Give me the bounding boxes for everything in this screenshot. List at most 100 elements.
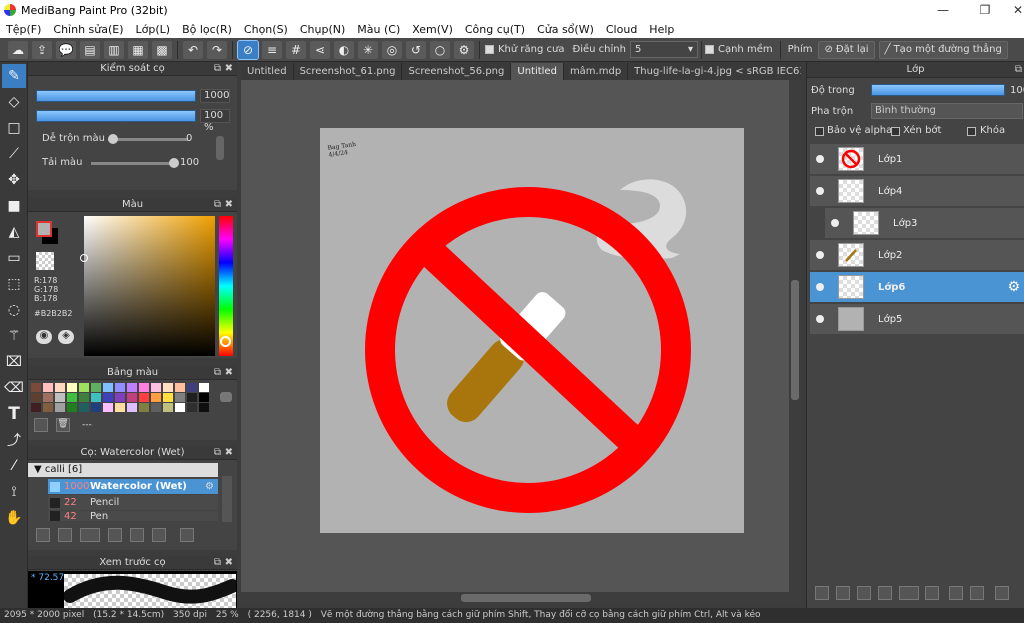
delete-layer-icon[interactable] [995,586,1009,600]
palette-swatch[interactable] [79,383,89,392]
undo-icon[interactable]: ↶ [183,40,203,59]
soft-edge-checkbox[interactable] [704,45,714,54]
color-settings-icon[interactable]: ◈ [58,330,74,344]
palette-swatch[interactable] [199,383,209,392]
eye-icon[interactable] [816,155,824,163]
close-panel-icon[interactable]: ✖ [225,556,233,570]
settings-icon[interactable]: ⚙ [454,40,474,59]
foreground-color-swatch[interactable] [36,221,52,237]
detach-icon[interactable]: ⧉ [214,198,221,212]
brush-group[interactable]: ▼ calli [6] [28,463,218,477]
brush-item[interactable]: 22 Pencil [48,495,218,510]
menu-help[interactable]: Help [643,23,680,36]
palette-swatch[interactable] [151,383,161,392]
palette-swatch[interactable] [127,403,137,412]
drawing-canvas[interactable]: Bag Tanh 4/4/24 [320,128,744,533]
menu-filter[interactable]: Bộ lọc(R) [176,23,238,36]
folder-icon[interactable] [130,528,144,542]
detach-icon[interactable]: ⧉ [1015,62,1022,78]
add-brush-icon[interactable] [80,528,100,542]
brush-opacity-value[interactable]: 100 % [200,109,230,133]
palette-swatch[interactable] [79,403,89,412]
brush-opacity-slider[interactable] [36,110,196,122]
merge-layer-icon[interactable] [970,586,984,600]
magic-wand-tool-icon[interactable]: ⚚ [2,324,26,348]
straight-line-button[interactable]: ╱ Tạo một đường thẳng [878,40,1008,59]
close-button[interactable]: ✕ [995,0,1024,20]
menu-layer[interactable]: Lớp(L) [130,23,177,36]
menu-tools[interactable]: Công cụ(T) [459,23,531,36]
cloud-icon[interactable]: ☁ [8,40,28,59]
new-halftone-layer-icon[interactable] [836,586,850,600]
palette-swatch[interactable] [91,393,101,402]
palette-swatch[interactable] [175,403,185,412]
detach-icon[interactable]: ⧉ [214,366,221,380]
panel-scrollbar[interactable] [216,136,224,160]
comment-box-icon[interactable]: ▤ [80,40,100,59]
eye-icon[interactable] [816,283,824,291]
parallel-snap-icon[interactable]: ≡ [262,40,282,59]
menu-cloud[interactable]: Cloud [600,23,643,36]
cloud-brush-icon[interactable] [36,528,50,542]
grid-snap-icon[interactable]: # [286,40,306,59]
move-tool-icon[interactable]: ✥ [2,168,26,192]
palette-swatch[interactable] [127,393,137,402]
palette-swatch[interactable] [115,393,125,402]
palette-swatch[interactable] [31,403,41,412]
tab-screenshot-61[interactable]: Screenshot_61.png [294,63,403,80]
palette-swatch[interactable] [175,393,185,402]
palette-swatch[interactable] [163,393,173,402]
gear-icon[interactable]: ⚙ [1007,279,1020,295]
brush-item[interactable]: 1000 Watercolor (Wet) ⚙ [48,479,218,494]
pages-icon[interactable]: ▦ [128,40,148,59]
palette-swatch[interactable] [139,393,149,402]
hue-slider[interactable] [219,216,233,356]
bucket-tool-icon[interactable]: ◭ [2,220,26,244]
layer-row-selected[interactable]: Lớp6 ⚙ [810,272,1024,303]
delete-brush-icon[interactable] [180,528,194,542]
clipping-checkbox[interactable] [891,127,900,136]
palette-swatch[interactable] [91,403,101,412]
divide-tool-icon[interactable]: ⁄ [2,454,26,478]
layer-opacity-slider[interactable] [871,84,1005,96]
eraser-tool-icon[interactable]: ◇ [2,90,26,114]
menu-snap[interactable]: Chụp(N) [294,23,351,36]
upload-icon[interactable]: ⇪ [32,40,52,59]
palette-swatch[interactable] [115,403,125,412]
menu-file[interactable]: Tệp(F) [0,23,47,36]
new-palette-icon[interactable] [34,418,48,432]
brush-size-slider[interactable] [36,90,196,102]
close-panel-icon[interactable]: ✖ [225,366,233,380]
curve-snap-icon[interactable]: ↺ [406,40,426,59]
scrollbar-thumb[interactable] [461,594,591,602]
circle-snap-icon[interactable]: ◐ [334,40,354,59]
fill-shape-tool-icon[interactable]: ■ [2,194,26,218]
detach-icon[interactable]: ⧉ [214,446,221,460]
protect-alpha-checkbox[interactable] [815,127,824,136]
menu-edit[interactable]: Chỉnh sửa(E) [47,23,129,36]
text-tool-icon[interactable]: T [2,402,26,426]
rectangle-tool-icon[interactable]: □ [2,116,26,140]
folder-icon[interactable] [925,586,939,600]
load-slider[interactable] [91,158,179,168]
layer-row[interactable]: Lớp3 [825,208,1024,239]
transparent-color-swatch[interactable] [36,252,54,270]
palette-swatch[interactable] [187,403,197,412]
palette-swatch[interactable] [163,403,173,412]
picker-cursor[interactable] [80,254,88,262]
antialias-checkbox[interactable] [485,45,494,54]
eye-icon[interactable] [816,315,824,323]
palette-swatch[interactable] [67,383,77,392]
blend-slider[interactable] [108,134,188,144]
palette-swatch[interactable] [163,383,173,392]
horizontal-scrollbar[interactable] [241,592,801,604]
detach-icon[interactable]: ⧉ [214,62,221,76]
delete-palette-icon[interactable]: 🗑 [56,418,70,432]
saturation-value-picker[interactable] [80,216,215,356]
palette-swatch[interactable] [31,383,41,392]
lasso-tool-icon[interactable]: ◌ [2,298,26,322]
comment-icon[interactable]: 💬 [56,40,76,59]
reset-button[interactable]: ⊘ Đặt lại [818,40,875,59]
add-layer-icon[interactable] [899,586,919,600]
palette-swatch[interactable] [151,403,161,412]
